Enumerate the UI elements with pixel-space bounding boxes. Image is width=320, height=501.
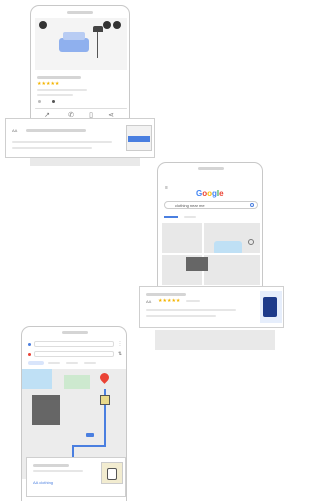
phone-notch (67, 11, 93, 14)
route-line (72, 445, 106, 447)
search-input[interactable]: clothing near me (164, 201, 258, 209)
lamp-illustration (97, 28, 98, 58)
result-title (146, 293, 186, 296)
result-stars: ★★★★★ (158, 298, 181, 304)
card-line (12, 141, 112, 143)
scene-2: ≡ Google clothing near me AA ★★★★★ (135, 160, 284, 355)
more-options-icon[interactable]: ⋮ (117, 341, 123, 348)
map-road (202, 223, 204, 285)
phone-notch (62, 331, 88, 334)
bottom-result-card[interactable]: AA clothing (26, 457, 126, 497)
mode-chip[interactable] (84, 362, 96, 364)
back-icon[interactable] (39, 21, 47, 29)
result-thumbnail (260, 291, 282, 323)
menu-icon[interactable]: ≡ (163, 185, 170, 192)
map-building (32, 395, 60, 425)
map-water (22, 369, 52, 389)
scene-3: ⋮ ⇅ AA clothing (15, 320, 140, 501)
origin-input[interactable] (34, 341, 114, 347)
shirt-illustration (107, 468, 117, 480)
thumbnail-stripe (128, 136, 150, 142)
lamp-shade (93, 26, 103, 32)
hero-image (35, 18, 127, 70)
more-icon[interactable] (113, 21, 121, 29)
origin-dot-icon (28, 343, 31, 346)
phone-3: ⋮ ⇅ AA clothing (21, 326, 127, 501)
card-line (12, 147, 92, 149)
result-card-1[interactable]: AA (5, 118, 155, 158)
couch-back (63, 32, 85, 40)
scene-2-shadow (155, 330, 275, 350)
map-road (162, 253, 260, 255)
chip-dot-1[interactable] (38, 100, 41, 103)
card-title (26, 129, 86, 132)
result-meta (186, 300, 200, 302)
store-marker-icon[interactable] (100, 395, 110, 405)
search-icon[interactable] (250, 203, 254, 207)
bottom-card-title (33, 464, 69, 467)
result-label: AA (146, 299, 152, 304)
map-park (64, 375, 90, 389)
google-logo: Google (196, 183, 224, 201)
mode-chip[interactable] (66, 362, 78, 364)
scene-1: ★★★★★ ↗ ✆ ▯ ⋖ AA (0, 0, 160, 170)
map-area[interactable] (162, 223, 260, 285)
bottom-card-line (33, 470, 83, 472)
card-label: AA (12, 128, 18, 133)
chip-dot-2[interactable] (52, 100, 55, 103)
destination-pin-icon (28, 353, 31, 356)
tab-active-underline[interactable] (164, 216, 178, 218)
destination-marker-icon[interactable] (98, 371, 111, 384)
bottom-card-label: AA clothing (33, 480, 54, 485)
map-building (186, 257, 208, 271)
clothing-illustration (263, 297, 277, 317)
share-icon[interactable] (103, 21, 111, 29)
result-line (146, 315, 216, 317)
search-query: clothing near me (175, 203, 205, 208)
card-thumbnail (126, 125, 152, 151)
place-subtitle (37, 89, 87, 91)
couch-illustration (59, 38, 89, 52)
rating-stars: ★★★★★ (37, 81, 60, 87)
mode-chip[interactable] (48, 362, 60, 364)
place-title (37, 76, 81, 79)
swap-icon[interactable]: ⇅ (117, 351, 123, 358)
map-pin-icon[interactable] (248, 239, 254, 245)
result-card-2[interactable]: AA ★★★★★ (139, 286, 284, 328)
destination-input[interactable] (34, 351, 114, 357)
phone-2: ≡ Google clothing near me (157, 162, 263, 302)
phone-notch (198, 167, 224, 170)
logo-letter: e (219, 189, 224, 198)
mode-chip-active[interactable] (28, 361, 44, 365)
tab-other[interactable] (184, 216, 196, 218)
divider (35, 108, 127, 109)
result-line (146, 309, 236, 311)
place-hours (37, 94, 73, 96)
bottom-card-thumbnail (101, 462, 123, 484)
eta-tag (86, 433, 94, 437)
